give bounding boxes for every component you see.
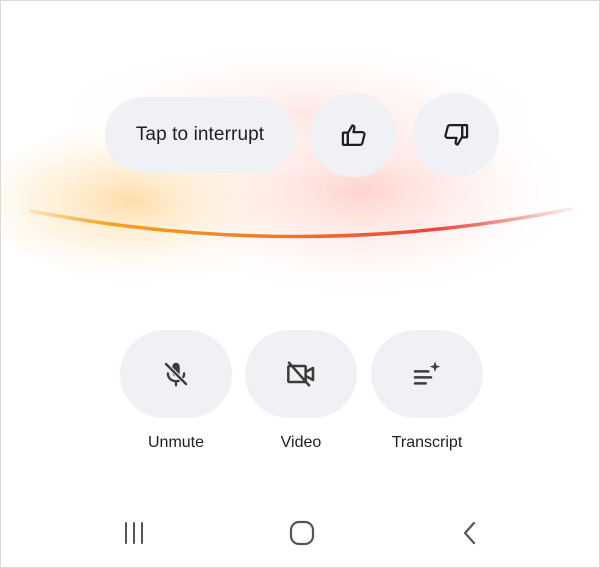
transcript-label: Transcript bbox=[391, 434, 463, 451]
back-icon bbox=[457, 520, 483, 546]
recent-apps-icon bbox=[121, 520, 147, 546]
unmute-label: Unmute bbox=[147, 434, 205, 451]
thumb-up-button[interactable] bbox=[311, 93, 397, 177]
thumb-down-button[interactable] bbox=[413, 93, 499, 177]
unmute-button[interactable] bbox=[120, 330, 232, 418]
recent-apps-button[interactable] bbox=[112, 515, 156, 551]
mic-off-icon bbox=[161, 359, 191, 389]
screen-frame: Tap to interrupt Unmute Video Transcript bbox=[0, 0, 600, 568]
video-button[interactable] bbox=[245, 330, 357, 418]
home-icon bbox=[288, 519, 316, 547]
transcript-button[interactable] bbox=[371, 330, 483, 418]
video-off-icon bbox=[285, 358, 317, 390]
system-navigation-bar bbox=[1, 501, 600, 567]
thumb-down-icon bbox=[442, 121, 470, 149]
tap-to-interrupt-button[interactable]: Tap to interrupt bbox=[105, 97, 295, 173]
tap-to-interrupt-label: Tap to interrupt bbox=[135, 124, 265, 145]
voice-activity-glow bbox=[1, 41, 581, 301]
thumb-up-icon bbox=[340, 121, 368, 149]
transcript-sparkle-icon bbox=[411, 358, 443, 390]
video-label: Video bbox=[280, 434, 322, 451]
home-button[interactable] bbox=[280, 515, 324, 551]
back-button[interactable] bbox=[448, 515, 492, 551]
